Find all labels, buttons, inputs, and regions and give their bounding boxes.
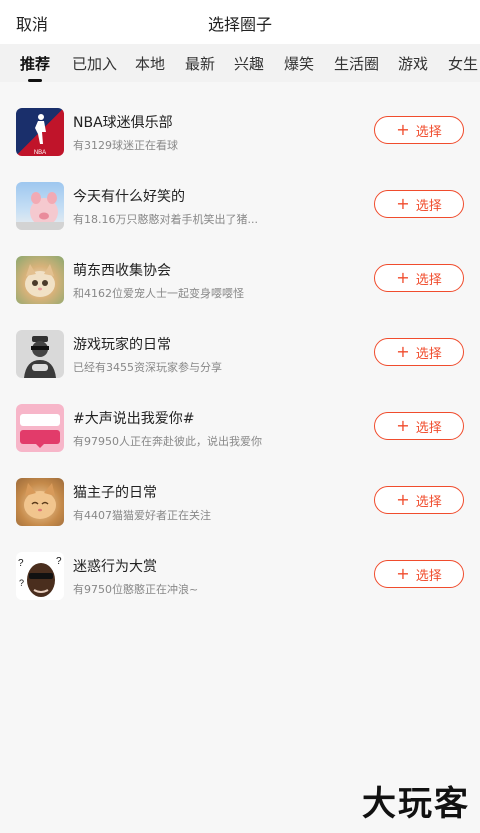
group-name: NBA球迷俱乐部: [73, 115, 173, 131]
tab-interest[interactable]: 兴趣: [234, 53, 264, 74]
tab-girls[interactable]: 女生: [448, 53, 478, 74]
plus-icon: +: [396, 194, 410, 213]
join-label: 选择: [415, 198, 442, 214]
group-description: 有18.16万只憨憨对着手机笑出了猪...: [73, 213, 258, 226]
group-description: 有9750位憨憨正在冲浪~: [73, 583, 199, 596]
join-label: 选择: [415, 272, 442, 288]
join-button[interactable]: + 选择: [374, 486, 464, 514]
plus-icon: +: [396, 490, 410, 509]
plus-icon: +: [396, 416, 410, 435]
list-item[interactable]: ? ? ? 迷惑行为大赏 有9750位憨憨正在冲浪~ + 选择: [0, 546, 480, 619]
watermark-logo: 大玩客: [362, 784, 470, 824]
plus-icon: +: [396, 564, 410, 583]
love-sticker-icon: [16, 404, 64, 452]
join-label: 选择: [415, 420, 442, 436]
tab-recommended[interactable]: 推荐: [20, 53, 50, 82]
plus-icon: +: [396, 268, 410, 287]
svg-text:NBA: NBA: [34, 150, 46, 156]
page: 取消 选择圈子 推荐 已加入 本地 最新 兴趣 爆笑 生活圈 游戏 女生 NBA: [0, 0, 480, 833]
join-label: 选择: [415, 124, 442, 140]
tab-funny[interactable]: 爆笑: [284, 53, 314, 74]
tab-games[interactable]: 游戏: [398, 53, 428, 74]
page-title: 选择圈子: [207, 15, 272, 34]
list-item[interactable]: 游戏玩家的日常 已经有3455资深玩家参与分享 + 选择: [0, 324, 480, 397]
join-button[interactable]: + 选择: [374, 116, 464, 144]
group-name: #大声说出我爱你#: [73, 411, 195, 427]
group-description: 有97950人正在奔赴彼此，说出我爱你: [73, 435, 262, 448]
list-item[interactable]: 猫主子的日常 有4407猫猫爱好者正在关注 + 选择: [0, 472, 480, 545]
plus-icon: +: [396, 342, 410, 361]
svg-text:?: ?: [19, 578, 24, 588]
nba-logo-icon: NBA: [16, 108, 64, 156]
category-tabs: 推荐 已加入 本地 最新 兴趣 爆笑 生活圈 游戏 女生: [0, 44, 480, 82]
group-description: 有4407猫猫爱好者正在关注: [73, 509, 211, 522]
join-button[interactable]: + 选择: [374, 412, 464, 440]
join-button[interactable]: + 选择: [374, 560, 464, 588]
join-label: 选择: [415, 568, 442, 584]
plus-icon: +: [396, 120, 410, 139]
group-name: 猫主子的日常: [73, 485, 157, 501]
list-item[interactable]: 萌东西收集协会 和4162位爱宠人士一起变身嘤嘤怪 + 选择: [0, 250, 480, 323]
group-list: NBA NBA球迷俱乐部 有3129球迷正在看球 + 选择 今天有什么好笑的 有…: [0, 82, 480, 722]
group-description: 已经有3455资深玩家参与分享: [73, 361, 222, 374]
list-item[interactable]: 今天有什么好笑的 有18.16万只憨憨对着手机笑出了猪... + 选择: [0, 176, 480, 249]
gamer-icon: [16, 330, 64, 378]
confused-face-icon: ? ? ?: [16, 552, 64, 600]
svg-text:?: ?: [18, 558, 24, 569]
tab-latest[interactable]: 最新: [185, 53, 215, 74]
group-description: 有3129球迷正在看球: [73, 139, 178, 152]
cat-icon: [16, 478, 64, 526]
tab-life[interactable]: 生活圈: [334, 53, 379, 74]
group-description: 和4162位爱宠人士一起变身嘤嘤怪: [73, 287, 244, 300]
join-label: 选择: [415, 494, 442, 510]
kitten-icon: [16, 256, 64, 304]
join-button[interactable]: + 选择: [374, 264, 464, 292]
list-item[interactable]: NBA NBA球迷俱乐部 有3129球迷正在看球 + 选择: [0, 102, 480, 175]
group-name: 迷惑行为大赏: [73, 559, 157, 575]
group-name: 萌东西收集协会: [73, 263, 171, 279]
pig-cosplay-icon: [16, 182, 64, 230]
list-item[interactable]: #大声说出我爱你# 有97950人正在奔赴彼此，说出我爱你 + 选择: [0, 398, 480, 471]
join-button[interactable]: + 选择: [374, 338, 464, 366]
svg-text:?: ?: [56, 556, 62, 567]
group-name: 今天有什么好笑的: [73, 189, 185, 205]
join-button[interactable]: + 选择: [374, 190, 464, 218]
top-bar: 取消 选择圈子: [0, 0, 480, 44]
tab-local[interactable]: 本地: [135, 53, 165, 74]
join-label: 选择: [415, 346, 442, 362]
group-name: 游戏玩家的日常: [73, 337, 171, 353]
tab-joined[interactable]: 已加入: [72, 53, 117, 74]
